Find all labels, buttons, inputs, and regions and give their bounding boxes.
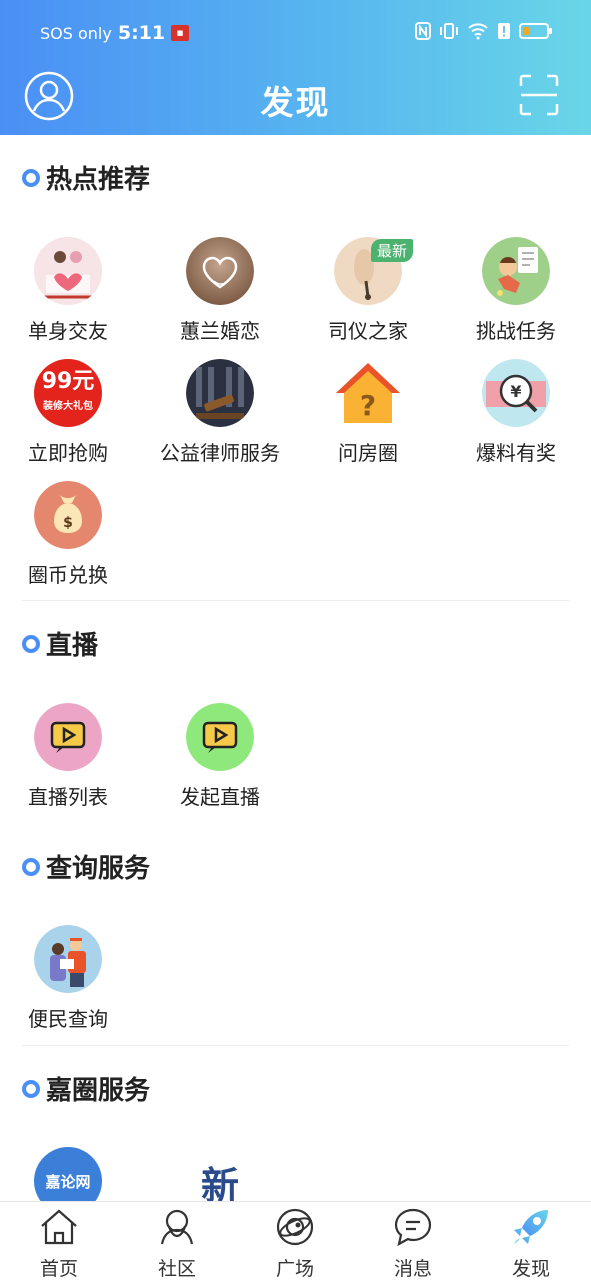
section-dot-icon	[22, 857, 40, 876]
tab-label: 社区	[157, 1258, 196, 1280]
section-title-live: 直播	[22, 625, 98, 662]
grid-item-tip-reward[interactable]: ¥ 爆料有奖	[441, 359, 591, 466]
grid-item-single-dating[interactable]: 单身交友	[0, 237, 143, 344]
wifi-icon	[468, 23, 488, 40]
grid-item-jialun-net[interactable]: 嘉论网	[0, 1147, 143, 1201]
grid-item-label: 直播列表	[28, 785, 108, 809]
section-dot-icon	[22, 1079, 40, 1098]
vibrate-icon	[440, 23, 458, 39]
tab-label: 发现	[511, 1258, 550, 1280]
new-badge: 最新	[371, 239, 414, 262]
grid-item-label: 爆料有奖	[476, 441, 556, 465]
grid-item-label: 公益律师服务	[160, 441, 280, 465]
grid-item-label: 圈币兑换	[28, 563, 108, 587]
jialun-logo-text: 嘉论网	[45, 1173, 91, 1191]
people-icon	[34, 925, 102, 993]
grid-item-coin-exchange[interactable]: $ 圈币兑换	[0, 481, 143, 588]
play-icon	[186, 703, 254, 771]
grid-item-label: 问房圈	[338, 441, 398, 465]
bottom-tab-bar: 首页 社区 广场 消息 发现	[0, 1201, 591, 1281]
love-couple-icon	[34, 237, 102, 305]
grid-item-label: 立即抢购	[28, 441, 108, 465]
tab-plaza[interactable]: 广场	[236, 1206, 354, 1281]
alert-icon	[498, 23, 510, 39]
planet-icon	[276, 1208, 314, 1246]
promo-main-text: 99元	[41, 369, 95, 394]
section-title-circle: 嘉圈服务	[22, 1070, 150, 1107]
status-bar: SOS only 5:11 ■	[0, 0, 591, 66]
svg-text:$: $	[63, 515, 73, 531]
grid-item-label: 发起直播	[180, 785, 260, 809]
task-icon	[482, 237, 550, 305]
rocket-icon	[514, 1210, 548, 1244]
sale-icon: 99元 装修大礼包	[34, 359, 102, 427]
house-question-icon: ?	[334, 359, 402, 427]
section-title-text: 查询服务	[46, 854, 151, 884]
svg-text:¥: ¥	[510, 382, 521, 401]
section-title-text: 直播	[46, 631, 99, 661]
battery-icon	[519, 23, 552, 39]
scan-icon[interactable]	[519, 74, 559, 116]
grid-item-huilan-marriage[interactable]: 蕙兰婚恋	[145, 237, 295, 344]
heart-icon	[186, 237, 254, 305]
discover-content[interactable]: 热点推荐 单身交友 蕙兰婚恋 最新 司仪之家 挑战任务 99元 装修大礼包 立即…	[0, 135, 591, 1201]
grid-item-mc-home[interactable]: 最新 司仪之家	[293, 237, 443, 344]
tab-label: 广场	[275, 1258, 314, 1280]
clock: 5:11	[117, 22, 166, 44]
page-title: 发现	[260, 83, 331, 122]
section-dot-icon	[22, 168, 40, 187]
xin-logo-text: 新	[200, 1163, 239, 1201]
gavel-icon	[186, 359, 254, 427]
divider	[22, 600, 569, 601]
grid-item-flash-sale[interactable]: 99元 装修大礼包 立即抢购	[0, 359, 143, 466]
section-title-hot: 热点推荐	[22, 159, 150, 196]
nfc-icon	[415, 22, 431, 40]
grid-item-label: 挑战任务	[476, 319, 556, 343]
grid-item-live-list[interactable]: 直播列表	[0, 703, 143, 810]
money-icon: ¥	[482, 359, 550, 427]
grid-item-house-questions[interactable]: ? 问房圈	[293, 359, 443, 466]
notification-flag-icon: ■	[171, 25, 190, 41]
tab-home[interactable]: 首页	[0, 1206, 118, 1281]
grid-item-challenge-task[interactable]: 挑战任务	[441, 237, 591, 344]
grid-item-convenience-query[interactable]: 便民查询	[0, 925, 143, 1032]
title-bar: 发现	[0, 66, 591, 135]
grid-item-label: 便民查询	[28, 1007, 108, 1031]
home-icon	[41, 1209, 77, 1245]
divider	[22, 1045, 569, 1046]
tab-label: 消息	[393, 1258, 432, 1280]
community-icon	[160, 1209, 194, 1245]
tab-label: 首页	[39, 1258, 78, 1280]
carrier-text: SOS only	[40, 23, 112, 43]
grid-item-xin[interactable]: 新	[145, 1147, 295, 1201]
xin-logo-icon: 新	[186, 1147, 254, 1201]
tab-messages[interactable]: 消息	[354, 1206, 472, 1281]
grid-item-label: 司仪之家	[328, 319, 408, 343]
header: SOS only 5:11 ■ 发现	[0, 0, 591, 135]
money-bag-icon: $	[34, 481, 102, 549]
play-icon	[34, 703, 102, 771]
grid-item-label: 蕙兰婚恋	[180, 319, 260, 343]
section-dot-icon	[22, 634, 40, 653]
grid-item-label: 单身交友	[28, 319, 108, 343]
section-title-text: 嘉圈服务	[46, 1076, 151, 1106]
svg-text:?: ?	[360, 389, 376, 422]
promo-sub-text: 装修大礼包	[43, 401, 93, 412]
section-title-query: 查询服务	[22, 848, 150, 885]
message-icon	[394, 1208, 432, 1247]
grid-item-lawyer-service[interactable]: 公益律师服务	[145, 359, 295, 466]
jialun-logo-icon: 嘉论网	[34, 1147, 102, 1201]
tab-community[interactable]: 社区	[118, 1206, 236, 1281]
grid-item-start-live[interactable]: 发起直播	[145, 703, 295, 810]
tab-discover[interactable]: 发现	[472, 1206, 590, 1281]
section-title-text: 热点推荐	[46, 165, 151, 195]
